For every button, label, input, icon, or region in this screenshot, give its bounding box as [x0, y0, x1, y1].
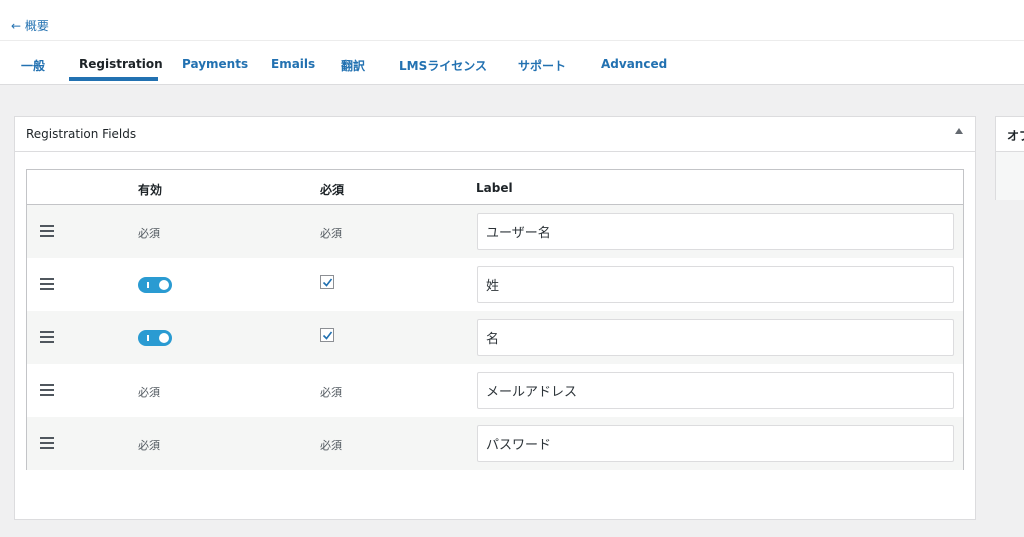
tab-lms-license[interactable]: LMSライセンス	[399, 57, 487, 74]
enabled-toggle[interactable]	[138, 277, 172, 293]
drag-handle-icon[interactable]	[40, 278, 54, 290]
column-header-enabled: 有効	[138, 183, 163, 197]
table-row	[27, 258, 963, 311]
tab-general[interactable]: 一般	[21, 57, 45, 74]
collapse-triangle-icon[interactable]	[955, 128, 963, 134]
tab-registration[interactable]: Registration	[79, 57, 163, 71]
drag-handle-icon[interactable]	[40, 225, 54, 237]
options-side-panel: オプ	[995, 116, 1024, 200]
table-row	[27, 311, 963, 364]
column-header-label: Label	[476, 181, 513, 195]
tab-advanced[interactable]: Advanced	[601, 57, 667, 71]
checkmark-icon	[322, 331, 333, 340]
table-row: 必須 必須	[27, 417, 963, 470]
panel-title: Registration Fields	[26, 127, 137, 141]
registration-fields-panel: Registration Fields 有効 必須 Label 必須 必須 ユー…	[14, 116, 976, 520]
registration-fields-table: 有効 必須 Label 必須 必須 ユーザー名 姓 名 必須 必須 メールアドレ…	[26, 169, 964, 470]
panel-header[interactable]: Registration Fields	[15, 117, 975, 152]
enabled-required-text: 必須	[138, 227, 160, 240]
top-bar: ← 概要 一般 Registration Payments Emails 翻訳 …	[0, 0, 1024, 85]
back-to-overview-link[interactable]: ← 概要	[11, 17, 49, 34]
drag-handle-icon[interactable]	[40, 384, 54, 396]
tab-emails[interactable]: Emails	[271, 57, 315, 71]
drag-handle-icon[interactable]	[40, 437, 54, 449]
side-panel-body	[996, 152, 1024, 200]
table-row: 必須 必須	[27, 205, 963, 258]
enabled-required-text: 必須	[138, 386, 160, 399]
drag-handle-icon[interactable]	[40, 331, 54, 343]
enabled-toggle[interactable]	[138, 330, 172, 346]
tab-translation[interactable]: 翻訳	[341, 57, 365, 74]
tab-payments[interactable]: Payments	[182, 57, 248, 71]
table-row: 必須 必須	[27, 364, 963, 417]
tab-support[interactable]: サポート	[518, 57, 566, 74]
required-checkbox[interactable]	[320, 275, 334, 289]
required-text: 必須	[320, 439, 342, 452]
field-label-input[interactable]	[477, 213, 954, 250]
table-header: 有効 必須 Label	[27, 170, 963, 205]
settings-tabs: 一般 Registration Payments Emails 翻訳 LMSライ…	[0, 41, 1024, 85]
checkmark-icon	[322, 278, 333, 287]
required-text: 必須	[320, 227, 342, 240]
active-tab-indicator	[69, 77, 158, 81]
side-panel-title: オプ	[1007, 129, 1024, 143]
column-header-required: 必須	[320, 183, 345, 197]
side-panel-header[interactable]: オプ	[996, 117, 1024, 152]
required-checkbox[interactable]	[320, 328, 334, 342]
field-label-input[interactable]	[477, 425, 954, 462]
field-label-input[interactable]	[477, 319, 954, 356]
required-text: 必須	[320, 386, 342, 399]
field-label-input[interactable]	[477, 266, 954, 303]
field-label-input[interactable]	[477, 372, 954, 409]
enabled-required-text: 必須	[138, 439, 160, 452]
